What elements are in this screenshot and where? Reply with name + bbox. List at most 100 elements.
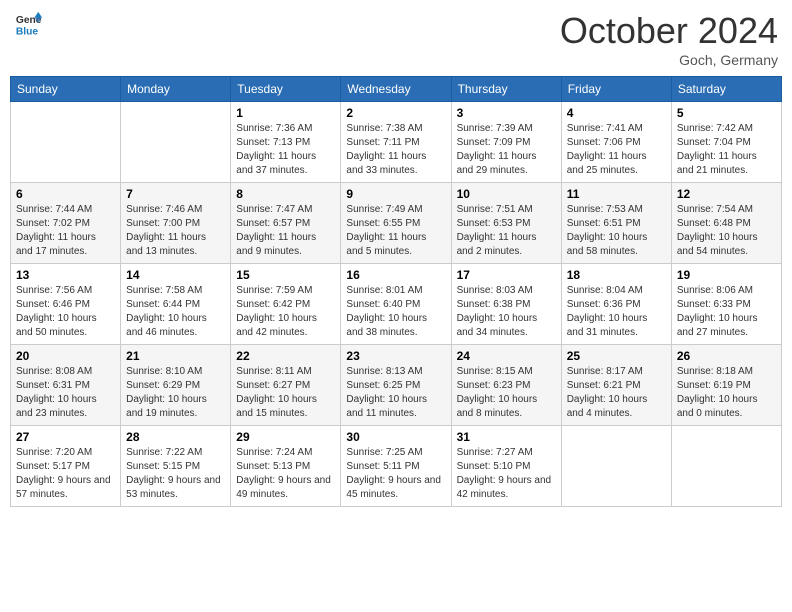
calendar-cell: 10Sunrise: 7:51 AM Sunset: 6:53 PM Dayli… (451, 183, 561, 264)
day-info: Sunrise: 8:10 AM Sunset: 6:29 PM Dayligh… (126, 365, 225, 421)
day-number: 8 (236, 187, 335, 201)
day-info: Sunrise: 8:04 AM Sunset: 6:36 PM Dayligh… (567, 284, 666, 340)
calendar-cell: 6 Sunrise: 7:44 AM Sunset: 7:02 PM Daylig… (11, 183, 121, 264)
calendar-cell: 30 Sunrise: 7:25 AM Sunset: 5:11 PM Dayli… (341, 426, 451, 507)
calendar-cell: 1 Sunrise: 7:36 AM Sunset: 7:13 PM Daylig… (231, 102, 341, 183)
day-info: Sunrise: 8:17 AM Sunset: 6:21 PM Dayligh… (567, 365, 666, 421)
day-number: 7 (126, 187, 225, 201)
day-info: Sunrise: 7:41 AM Sunset: 7:06 PM Dayligh… (567, 122, 666, 178)
day-info: Sunrise: 7:58 AM Sunset: 6:44 PM Dayligh… (126, 284, 225, 340)
calendar-cell: 22 Sunrise: 8:11 AM Sunset: 6:27 PM Dayli… (231, 345, 341, 426)
logo-icon: General Blue (14, 10, 42, 38)
day-info: Sunrise: 8:13 AM Sunset: 6:25 PM Dayligh… (346, 365, 445, 421)
day-number: 30 (346, 430, 445, 444)
day-number: 3 (457, 106, 556, 120)
day-of-week-header: Thursday (451, 77, 561, 102)
svg-text:Blue: Blue (16, 26, 39, 37)
calendar-cell: 31 Sunrise: 7:27 AM Sunset: 5:10 PM Dayli… (451, 426, 561, 507)
calendar-cell: 16Sunrise: 8:01 AM Sunset: 6:40 PM Dayli… (341, 264, 451, 345)
calendar-table: SundayMondayTuesdayWednesdayThursdayFrid… (10, 76, 782, 507)
day-number: 4 (567, 106, 666, 120)
day-number: 9 (346, 187, 445, 201)
calendar-cell (121, 102, 231, 183)
calendar-cell: 23Sunrise: 8:13 AM Sunset: 6:25 PM Dayli… (341, 345, 451, 426)
day-number: 1 (236, 106, 335, 120)
calendar-cell: 19Sunrise: 8:06 AM Sunset: 6:33 PM Dayli… (671, 264, 781, 345)
day-number: 22 (236, 349, 335, 363)
day-of-week-header: Saturday (671, 77, 781, 102)
calendar-cell: 9 Sunrise: 7:49 AM Sunset: 6:55 PM Daylig… (341, 183, 451, 264)
day-of-week-header: Sunday (11, 77, 121, 102)
calendar-cell (671, 426, 781, 507)
day-number: 26 (677, 349, 776, 363)
day-number: 21 (126, 349, 225, 363)
day-info: Sunrise: 7:39 AM Sunset: 7:09 PM Dayligh… (457, 122, 556, 178)
day-number: 25 (567, 349, 666, 363)
day-number: 5 (677, 106, 776, 120)
day-info: Sunrise: 7:27 AM Sunset: 5:10 PM Dayligh… (457, 446, 556, 502)
day-of-week-header: Monday (121, 77, 231, 102)
day-info: Sunrise: 8:08 AM Sunset: 6:31 PM Dayligh… (16, 365, 115, 421)
day-info: Sunrise: 7:49 AM Sunset: 6:55 PM Dayligh… (346, 203, 445, 259)
day-number: 28 (126, 430, 225, 444)
location: Goch, Germany (560, 52, 778, 68)
calendar-week-row: 13 Sunrise: 7:56 AM Sunset: 6:46 PM Dayli… (11, 264, 782, 345)
calendar-cell: 15 Sunrise: 7:59 AM Sunset: 6:42 PM Dayli… (231, 264, 341, 345)
day-number: 12 (677, 187, 776, 201)
day-number: 27 (16, 430, 115, 444)
day-info: Sunrise: 8:18 AM Sunset: 6:19 PM Dayligh… (677, 365, 776, 421)
calendar-cell: 8 Sunrise: 7:47 AM Sunset: 6:57 PM Daylig… (231, 183, 341, 264)
calendar-cell: 7 Sunrise: 7:46 AM Sunset: 7:00 PM Daylig… (121, 183, 231, 264)
day-info: Sunrise: 7:44 AM Sunset: 7:02 PM Dayligh… (16, 203, 115, 259)
month-title: October 2024 (560, 10, 778, 52)
day-info: Sunrise: 7:56 AM Sunset: 6:46 PM Dayligh… (16, 284, 115, 340)
day-number: 15 (236, 268, 335, 282)
calendar-cell: 26 Sunrise: 8:18 AM Sunset: 6:19 PM Dayli… (671, 345, 781, 426)
day-number: 13 (16, 268, 115, 282)
calendar-cell: 18Sunrise: 8:04 AM Sunset: 6:36 PM Dayli… (561, 264, 671, 345)
day-info: Sunrise: 8:11 AM Sunset: 6:27 PM Dayligh… (236, 365, 335, 421)
calendar-cell (561, 426, 671, 507)
day-number: 20 (16, 349, 115, 363)
logo: General Blue (14, 10, 42, 38)
calendar-cell: 29Sunrise: 7:24 AM Sunset: 5:13 PM Dayli… (231, 426, 341, 507)
calendar-week-row: 27 Sunrise: 7:20 AM Sunset: 5:17 PM Dayli… (11, 426, 782, 507)
day-number: 10 (457, 187, 556, 201)
day-info: Sunrise: 7:22 AM Sunset: 5:15 PM Dayligh… (126, 446, 225, 502)
calendar-cell (11, 102, 121, 183)
calendar-cell: 11Sunrise: 7:53 AM Sunset: 6:51 PM Dayli… (561, 183, 671, 264)
calendar-cell: 14 Sunrise: 7:58 AM Sunset: 6:44 PM Dayli… (121, 264, 231, 345)
day-of-week-header: Friday (561, 77, 671, 102)
calendar-cell: 13 Sunrise: 7:56 AM Sunset: 6:46 PM Dayli… (11, 264, 121, 345)
day-info: Sunrise: 7:46 AM Sunset: 7:00 PM Dayligh… (126, 203, 225, 259)
day-number: 17 (457, 268, 556, 282)
calendar-week-row: 20 Sunrise: 8:08 AM Sunset: 6:31 PM Dayli… (11, 345, 782, 426)
day-info: Sunrise: 8:03 AM Sunset: 6:38 PM Dayligh… (457, 284, 556, 340)
calendar-cell: 25 Sunrise: 8:17 AM Sunset: 6:21 PM Dayli… (561, 345, 671, 426)
calendar-cell: 28 Sunrise: 7:22 AM Sunset: 5:15 PM Dayli… (121, 426, 231, 507)
day-info: Sunrise: 7:47 AM Sunset: 6:57 PM Dayligh… (236, 203, 335, 259)
day-info: Sunrise: 7:42 AM Sunset: 7:04 PM Dayligh… (677, 122, 776, 178)
day-number: 6 (16, 187, 115, 201)
calendar-cell: 4 Sunrise: 7:41 AM Sunset: 7:06 PM Daylig… (561, 102, 671, 183)
day-info: Sunrise: 7:59 AM Sunset: 6:42 PM Dayligh… (236, 284, 335, 340)
calendar-cell: 17 Sunrise: 8:03 AM Sunset: 6:38 PM Dayli… (451, 264, 561, 345)
calendar-cell: 12Sunrise: 7:54 AM Sunset: 6:48 PM Dayli… (671, 183, 781, 264)
calendar-week-row: 6 Sunrise: 7:44 AM Sunset: 7:02 PM Daylig… (11, 183, 782, 264)
day-info: Sunrise: 7:25 AM Sunset: 5:11 PM Dayligh… (346, 446, 445, 502)
day-of-week-header: Wednesday (341, 77, 451, 102)
page-header: General Blue October 2024 Goch, Germany (10, 10, 782, 68)
calendar-cell: 3 Sunrise: 7:39 AM Sunset: 7:09 PM Daylig… (451, 102, 561, 183)
day-info: Sunrise: 8:06 AM Sunset: 6:33 PM Dayligh… (677, 284, 776, 340)
calendar-cell: 24Sunrise: 8:15 AM Sunset: 6:23 PM Dayli… (451, 345, 561, 426)
calendar-cell: 5 Sunrise: 7:42 AM Sunset: 7:04 PM Daylig… (671, 102, 781, 183)
day-number: 29 (236, 430, 335, 444)
calendar-week-row: 1 Sunrise: 7:36 AM Sunset: 7:13 PM Daylig… (11, 102, 782, 183)
title-block: October 2024 Goch, Germany (560, 10, 778, 68)
day-number: 2 (346, 106, 445, 120)
day-number: 31 (457, 430, 556, 444)
day-info: Sunrise: 7:20 AM Sunset: 5:17 PM Dayligh… (16, 446, 115, 502)
day-info: Sunrise: 8:01 AM Sunset: 6:40 PM Dayligh… (346, 284, 445, 340)
day-number: 14 (126, 268, 225, 282)
day-info: Sunrise: 7:36 AM Sunset: 7:13 PM Dayligh… (236, 122, 335, 178)
